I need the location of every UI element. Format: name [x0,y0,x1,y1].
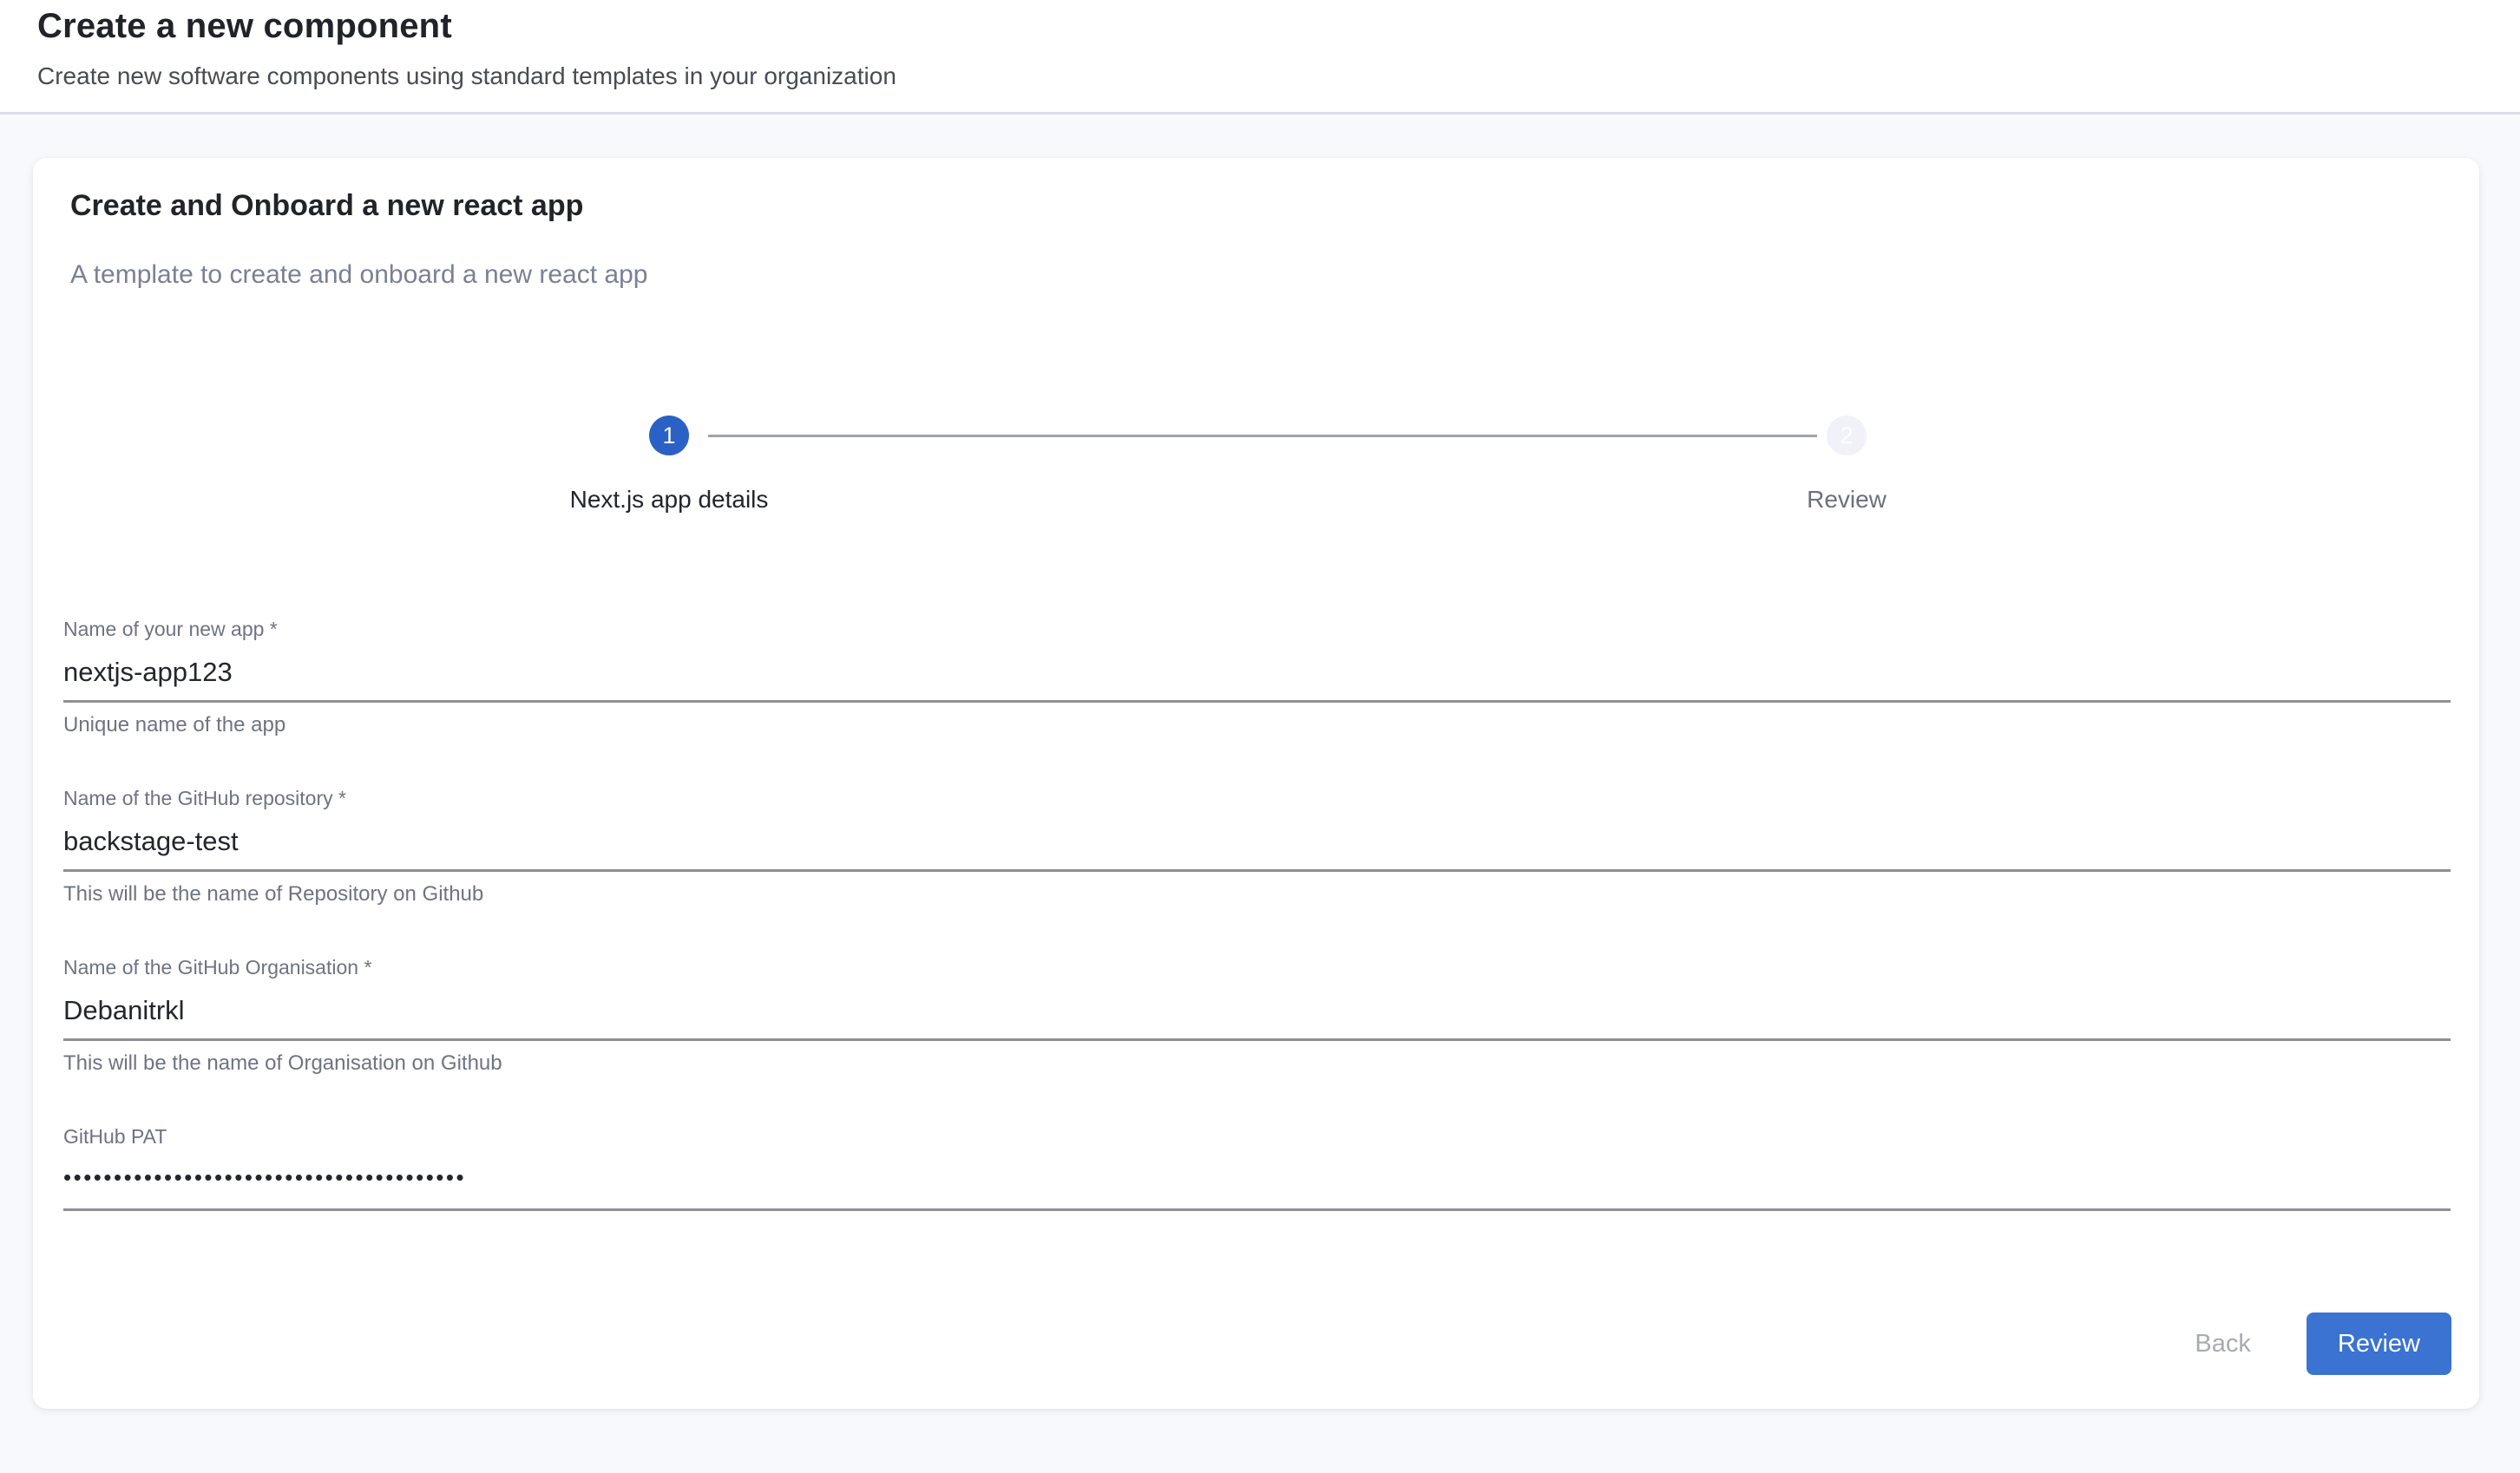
step-1-indicator: 1 [649,416,689,455]
repo-name-helper: This will be the name of Repository on G… [63,882,2451,907]
repo-name-label: Name of the GitHub repository * [63,787,2451,810]
step-1-number: 1 [662,422,675,449]
field-repo-name: Name of the GitHub repository * This wil… [63,787,2451,907]
stepper-connector [708,435,1817,437]
org-name-label: Name of the GitHub Organisation * [63,956,2451,979]
template-wizard-card: Create and Onboard a new react app A tem… [33,158,2479,1409]
back-button[interactable]: Back [2182,1330,2262,1358]
repo-name-input[interactable] [63,817,2451,872]
step-2-label: Review [1716,486,1977,514]
field-github-pat: GitHub PAT [63,1125,2451,1211]
github-pat-label: GitHub PAT [63,1125,2451,1149]
app-name-label: Name of your new app * [63,618,2451,641]
app-name-input[interactable] [63,648,2451,703]
step-1-label: Next.js app details [452,486,886,514]
step-2-indicator: 2 [1827,416,1867,455]
card-description: A template to create and onboard a new r… [70,260,647,290]
page-header: Create a new component Create new softwa… [0,0,2520,115]
org-name-helper: This will be the name of Organisation on… [63,1051,2451,1076]
step-2-number: 2 [1840,422,1853,449]
field-app-name: Name of your new app * Unique name of th… [63,618,2451,737]
page-subtitle: Create new software components using sta… [37,62,896,90]
review-button[interactable]: Review [2307,1313,2451,1375]
field-org-name: Name of the GitHub Organisation * This w… [63,956,2451,1076]
org-name-input[interactable] [63,986,2451,1041]
github-pat-input[interactable] [63,1155,2451,1211]
app-details-form: Name of your new app * Unique name of th… [63,618,2451,1260]
page-title: Create a new component [37,7,452,46]
app-name-helper: Unique name of the app [63,713,2451,737]
card-title: Create and Onboard a new react app [70,189,583,223]
wizard-actions: Back Review [2182,1313,2451,1375]
